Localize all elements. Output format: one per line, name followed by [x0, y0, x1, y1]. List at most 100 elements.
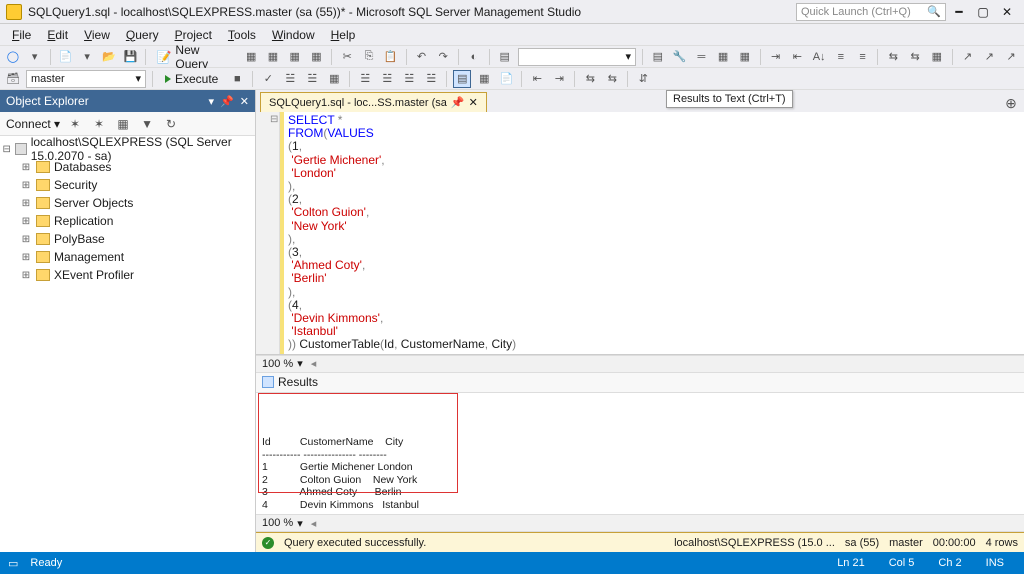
tb-uncomment-icon[interactable]: ≡ — [854, 48, 872, 66]
oe-icon-5[interactable]: ↻ — [162, 115, 180, 133]
panel-close-icon[interactable]: ✕ — [240, 95, 249, 108]
tb-icon-16[interactable]: ↗ — [980, 48, 998, 66]
oe-icon-2[interactable]: ✶ — [90, 115, 108, 133]
tb-icon-7[interactable]: ▤ — [649, 48, 667, 66]
tb2-icon-12[interactable]: ⇵ — [634, 70, 652, 88]
menu-file[interactable]: File — [4, 26, 39, 44]
maximize-button[interactable]: ▢ — [972, 3, 994, 21]
editor-text[interactable]: SELECT * FROM(VALUES (1, 'Gertie Michene… — [284, 112, 1024, 354]
connect-button[interactable]: Connect ▾ — [6, 117, 60, 131]
document-tab[interactable]: SQLQuery1.sql - loc...SS.master (sa 📌 ✕ — [260, 92, 487, 112]
cut-icon[interactable]: ✂ — [338, 48, 356, 66]
tb2-icon-5[interactable]: ☱ — [378, 70, 396, 88]
open-icon[interactable]: 📄 — [56, 48, 74, 66]
oe-icon-1[interactable]: ✶ — [66, 115, 84, 133]
menu-project[interactable]: Project — [167, 26, 220, 44]
menu-edit[interactable]: Edit — [39, 26, 76, 44]
menu-view[interactable]: View — [76, 26, 118, 44]
tb-icon-9[interactable]: ═ — [693, 48, 711, 66]
toggle-results-icon[interactable]: ⊕ — [1002, 94, 1020, 112]
stop-icon[interactable]: ■ — [228, 70, 246, 88]
results-to-text-button[interactable]: ▤ — [453, 70, 471, 88]
tree-node-polybase[interactable]: ⊞PolyBase — [2, 230, 253, 248]
panel-dropdown-icon[interactable]: ▾ — [209, 95, 215, 108]
tree-node-management[interactable]: ⊞Management — [2, 248, 253, 266]
status-bar: ▭ Ready Ln 21 Col 5 Ch 2 INS — [0, 552, 1024, 574]
paste-icon[interactable]: 📋 — [382, 48, 400, 66]
results-pane[interactable]: Id CustomerName City ----------- -------… — [256, 393, 1024, 514]
results-zoom-value[interactable]: 100 % — [262, 517, 293, 529]
zoom-dropdown-icon[interactable]: ▾ — [297, 357, 303, 370]
menu-tools[interactable]: Tools — [220, 26, 264, 44]
tb2-icon-4[interactable]: ☱ — [356, 70, 374, 88]
database-combo[interactable]: master ▾ — [26, 70, 146, 88]
redo-icon[interactable]: ↷ — [434, 48, 452, 66]
tb2-icon-1[interactable]: ☱ — [281, 70, 299, 88]
db-icon[interactable]: 🗃 — [4, 70, 22, 88]
results-tab[interactable]: Results — [256, 373, 1024, 393]
tree-node-security[interactable]: ⊞Security — [2, 176, 253, 194]
minimize-button[interactable]: ━ — [948, 3, 970, 21]
oe-icon-3[interactable]: ▦ — [114, 115, 132, 133]
copy-icon[interactable]: ⎘ — [360, 48, 378, 66]
parse-icon[interactable]: ✓ — [259, 70, 277, 88]
sql-editor[interactable]: ⊟ SELECT * FROM(VALUES (1, 'Gertie Miche… — [256, 112, 1024, 355]
panel-pin-icon[interactable]: 📌 — [220, 95, 234, 108]
outdent-icon[interactable]: ⇤ — [788, 48, 806, 66]
save-icon[interactable]: ▾ — [78, 48, 96, 66]
quick-launch-input[interactable]: Quick Launch (Ctrl+Q) 🔍 — [796, 3, 946, 21]
tb-icon-15[interactable]: ↗ — [959, 48, 977, 66]
tb-icon-3[interactable]: ▦ — [286, 48, 304, 66]
tree-node-replication[interactable]: ⊞Replication — [2, 212, 253, 230]
database-combo-value: master — [31, 73, 65, 85]
menu-help[interactable]: Help — [323, 26, 364, 44]
results-to-grid-button[interactable]: ▦ — [475, 70, 493, 88]
solution-combo[interactable]: ▾ — [518, 48, 636, 66]
folder-icon[interactable]: 📂 — [100, 48, 118, 66]
tree-node-server-objects[interactable]: ⊞Server Objects — [2, 194, 253, 212]
tb-icon-10[interactable]: ▦ — [714, 48, 732, 66]
results-to-file-button[interactable]: 📄 — [497, 70, 515, 88]
close-button[interactable]: ✕ — [996, 3, 1018, 21]
tb-icon-6[interactable]: ▤ — [496, 48, 514, 66]
execute-button[interactable]: Execute — [159, 72, 224, 86]
tab-pin-icon[interactable]: 📌 — [451, 96, 465, 109]
tb-text-icon[interactable]: A↓ — [810, 48, 828, 66]
tb-icon-5[interactable]: ◐ — [465, 48, 483, 66]
tb-icon-4[interactable]: ▦ — [308, 48, 326, 66]
menu-window[interactable]: Window — [264, 26, 323, 44]
indent-icon[interactable]: ⇥ — [767, 48, 785, 66]
undo-icon[interactable]: ↶ — [413, 48, 431, 66]
tb2-icon-11[interactable]: ⇆ — [603, 70, 621, 88]
tb2-icon-7[interactable]: ☱ — [422, 70, 440, 88]
save-all-icon[interactable]: 💾 — [122, 48, 140, 66]
editor-zoom-value[interactable]: 100 % — [262, 358, 293, 370]
new-query-button[interactable]: 📝 New Query — [152, 43, 238, 71]
results-tab-label: Results — [278, 375, 318, 389]
object-explorer-tree[interactable]: ⊟ localhost\SQLEXPRESS (SQL Server 15.0.… — [0, 136, 255, 552]
tb2-icon-10[interactable]: ⇆ — [581, 70, 599, 88]
tb-icon-12[interactable]: ⇆ — [884, 48, 902, 66]
nav-back-icon[interactable]: ◯ — [4, 48, 22, 66]
tb-icon-17[interactable]: ↗ — [1002, 48, 1020, 66]
tab-close-icon[interactable]: ✕ — [469, 96, 478, 109]
zoom-dropdown-icon[interactable]: ▾ — [297, 517, 303, 530]
tree-server-node[interactable]: ⊟ localhost\SQLEXPRESS (SQL Server 15.0.… — [2, 140, 253, 158]
tb-comment-icon[interactable]: ≡ — [832, 48, 850, 66]
oe-icon-4[interactable]: ▼ — [138, 115, 156, 133]
tb-icon-2[interactable]: ▦ — [264, 48, 282, 66]
tb-icon-13[interactable]: ⇆ — [906, 48, 924, 66]
tb-icon-11[interactable]: ▦ — [736, 48, 754, 66]
tb-icon-8[interactable]: 🔧 — [671, 48, 689, 66]
menu-query[interactable]: Query — [118, 26, 167, 44]
tree-node-xevent-profiler[interactable]: ⊞XEvent Profiler — [2, 266, 253, 284]
tb2-icon-6[interactable]: ☱ — [400, 70, 418, 88]
tb2-icon-9[interactable]: ⇥ — [550, 70, 568, 88]
tb-icon-1[interactable]: ▦ — [242, 48, 260, 66]
outline-collapse-icon[interactable]: ⊟ — [270, 114, 278, 125]
tb-icon-14[interactable]: ▦ — [928, 48, 946, 66]
tb2-icon-3[interactable]: ▦ — [325, 70, 343, 88]
tb2-icon-8[interactable]: ⇤ — [528, 70, 546, 88]
nav-fwd-icon[interactable]: ▾ — [26, 48, 44, 66]
tb2-icon-2[interactable]: ☱ — [303, 70, 321, 88]
